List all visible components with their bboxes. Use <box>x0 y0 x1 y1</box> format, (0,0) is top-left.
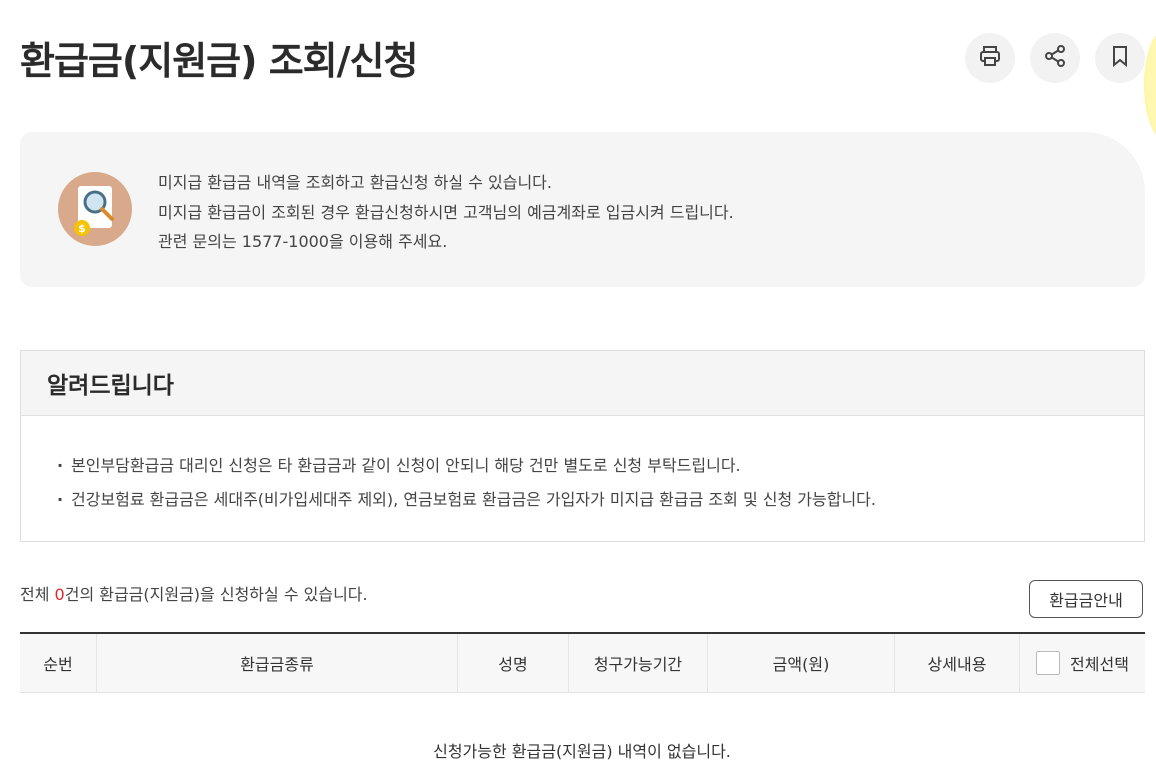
bookmark-button[interactable] <box>1095 33 1145 83</box>
column-header-amount: 금액(원) <box>707 634 894 692</box>
info-line: 미지급 환급금이 조회된 경우 환급신청하시면 고객님의 예금계좌로 입금시켜 … <box>158 202 734 222</box>
column-header-number: 순번 <box>43 655 73 674</box>
column-header-details: 상세내용 <box>894 634 1019 692</box>
print-button[interactable] <box>965 33 1015 83</box>
bookmark-icon <box>1108 44 1132 72</box>
notice-box: 알려드립니다 · 본인부담환급금 대리인 신청은 타 환급금과 같이 신청이 안되… <box>20 350 1145 542</box>
refund-count: 0 <box>54 585 65 604</box>
info-text: 미지급 환급금 내역을 조회하고 환급신청 하실 수 있습니다. 미지급 환급금… <box>158 168 734 257</box>
page-title: 환급금(지원금) 조회/신청 <box>20 39 418 83</box>
info-box: $ 미지급 환급금 내역을 조회하고 환급신청 하실 수 있습니다. 미지급 환… <box>20 132 1145 287</box>
magnifier-document-icon: $ <box>58 172 132 246</box>
notice-list: · 본인부담환급금 대리인 신청은 타 환급금과 같이 신청이 안되니 해당 건만… <box>21 416 1144 517</box>
page: 환급금(지원금) 조회/신청 $ 미지급 환급금 내역을 조회하고 환급신청 하… <box>0 0 1156 777</box>
refund-guide-button[interactable]: 환급금안내 <box>1029 580 1143 618</box>
table-header: 순번 환급금종류 성명 청구가능기간 금액(원) 상세내용 전체선택 <box>20 632 1145 693</box>
svg-text:$: $ <box>78 222 86 235</box>
empty-table-message: 신청가능한 환급금(지원금) 내역이 없습니다. <box>433 742 731 761</box>
select-all-checkbox[interactable] <box>1036 651 1061 675</box>
share-icon <box>1043 44 1067 72</box>
print-icon <box>978 44 1002 72</box>
notice-item: · 건강보험료 환급금은 세대주(비가입세대주 제외), 연금보험료 환급금은 가… <box>57 490 876 509</box>
share-button[interactable] <box>1030 33 1080 83</box>
column-header-name: 성명 <box>457 634 568 692</box>
notice-item: · 본인부담환급금 대리인 신청은 타 환급금과 같이 신청이 안되니 해당 건만… <box>57 456 741 475</box>
info-line: 관련 문의는 1577-1000을 이용해 주세요. <box>158 232 448 251</box>
decorative-circle <box>1144 30 1156 140</box>
select-all-label[interactable]: 전체선택 <box>1070 651 1129 675</box>
column-header-select-all: 전체선택 <box>1019 634 1145 692</box>
notice-title: 알려드립니다 <box>21 351 1144 416</box>
summary-text: 전체 0건의 환급금(지원금)을 신청하실 수 있습니다. <box>20 585 368 604</box>
info-line: 미지급 환급금 내역을 조회하고 환급신청 하실 수 있습니다. <box>158 173 552 192</box>
column-header-refund-type: 환급금종류 <box>96 634 457 692</box>
column-header-claim-period: 청구가능기간 <box>568 634 707 692</box>
